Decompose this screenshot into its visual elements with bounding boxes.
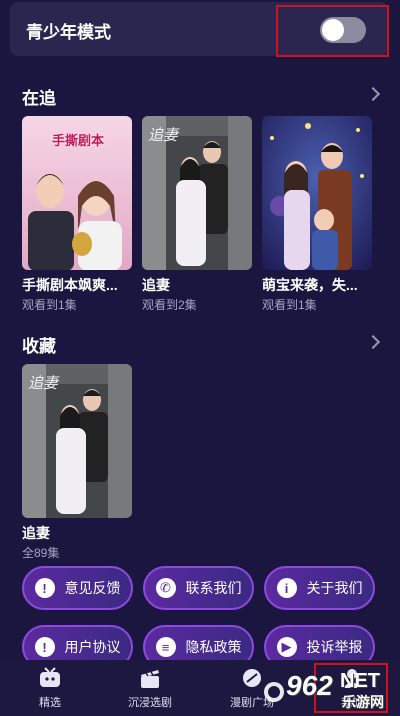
tv-icon (10, 666, 90, 690)
card-progress: 观看到1集 (22, 298, 77, 312)
watermark-number: 962 (286, 670, 333, 701)
poster-image: 追妻 (22, 364, 132, 518)
user-agreement-label: 用户协议 (64, 639, 121, 655)
card-title: 手撕剧本飒爽... (22, 277, 118, 293)
feedback-button[interactable]: ! 意见反馈 (22, 566, 133, 610)
toggle-knob (322, 19, 344, 41)
poster-title-text: 追妻 (28, 375, 59, 392)
privacy-icon: ≡ (155, 637, 176, 657)
tab-label: 精选 (39, 697, 61, 709)
report-icon: ▶ (276, 637, 297, 657)
teen-mode-label: 青少年模式 (26, 23, 111, 42)
watermark-suffix: NET (340, 670, 380, 692)
contact-us-label: 联系我们 (185, 580, 242, 596)
favorites-section-title: 收藏 (22, 337, 56, 356)
card-title: 追妻 (142, 277, 170, 293)
contact-us-button[interactable]: ✆ 联系我们 (143, 566, 254, 610)
poster-image: 手撕剧本 (22, 116, 132, 270)
poster-image (262, 116, 372, 270)
agreement-icon: ! (34, 637, 55, 657)
phone-icon: ✆ (155, 578, 176, 598)
teen-mode-toggle[interactable] (320, 17, 366, 43)
following-card-1[interactable]: 手撕剧本 手撕剧本飒爽... 观看到1集 (22, 116, 132, 312)
card-episodes: 全89集 (22, 546, 60, 560)
poster-title-text: 手撕剧本 (52, 133, 105, 148)
tab-label: 沉浸选剧 (128, 697, 172, 709)
favorite-card-1[interactable]: 追妻 追妻 全89集 (22, 364, 132, 560)
following-more-chevron-icon[interactable] (365, 86, 381, 102)
poster-title-text: 追妻 (148, 127, 179, 144)
following-card-2[interactable]: 追妻 追妻 观看到2集 (142, 116, 252, 312)
card-title: 追妻 (22, 525, 50, 541)
clapper-icon (110, 666, 190, 690)
tab-featured[interactable]: 精选 (10, 666, 90, 710)
feedback-icon: ! (34, 578, 55, 598)
info-icon: i (276, 578, 297, 598)
card-title: 萌宝来袭，失... (262, 277, 358, 293)
card-progress: 观看到1集 (262, 298, 317, 312)
card-progress: 观看到2集 (142, 298, 197, 312)
report-label: 投诉举报 (306, 639, 363, 655)
poster-image: 追妻 (142, 116, 252, 270)
following-section-title: 在追 (22, 89, 56, 108)
watermark: 962 NET 乐游网 (262, 668, 398, 714)
about-us-label: 关于我们 (306, 580, 363, 596)
favorites-more-chevron-icon[interactable] (365, 334, 381, 350)
following-card-3[interactable]: 萌宝来袭，失... 观看到1集 (262, 116, 372, 312)
about-us-button[interactable]: i 关于我们 (264, 566, 375, 610)
tab-immersive[interactable]: 沉浸选剧 (110, 666, 190, 710)
feedback-label: 意见反馈 (64, 580, 121, 596)
privacy-policy-label: 隐私政策 (185, 639, 242, 655)
watermark-site: 乐游网 (342, 694, 384, 710)
